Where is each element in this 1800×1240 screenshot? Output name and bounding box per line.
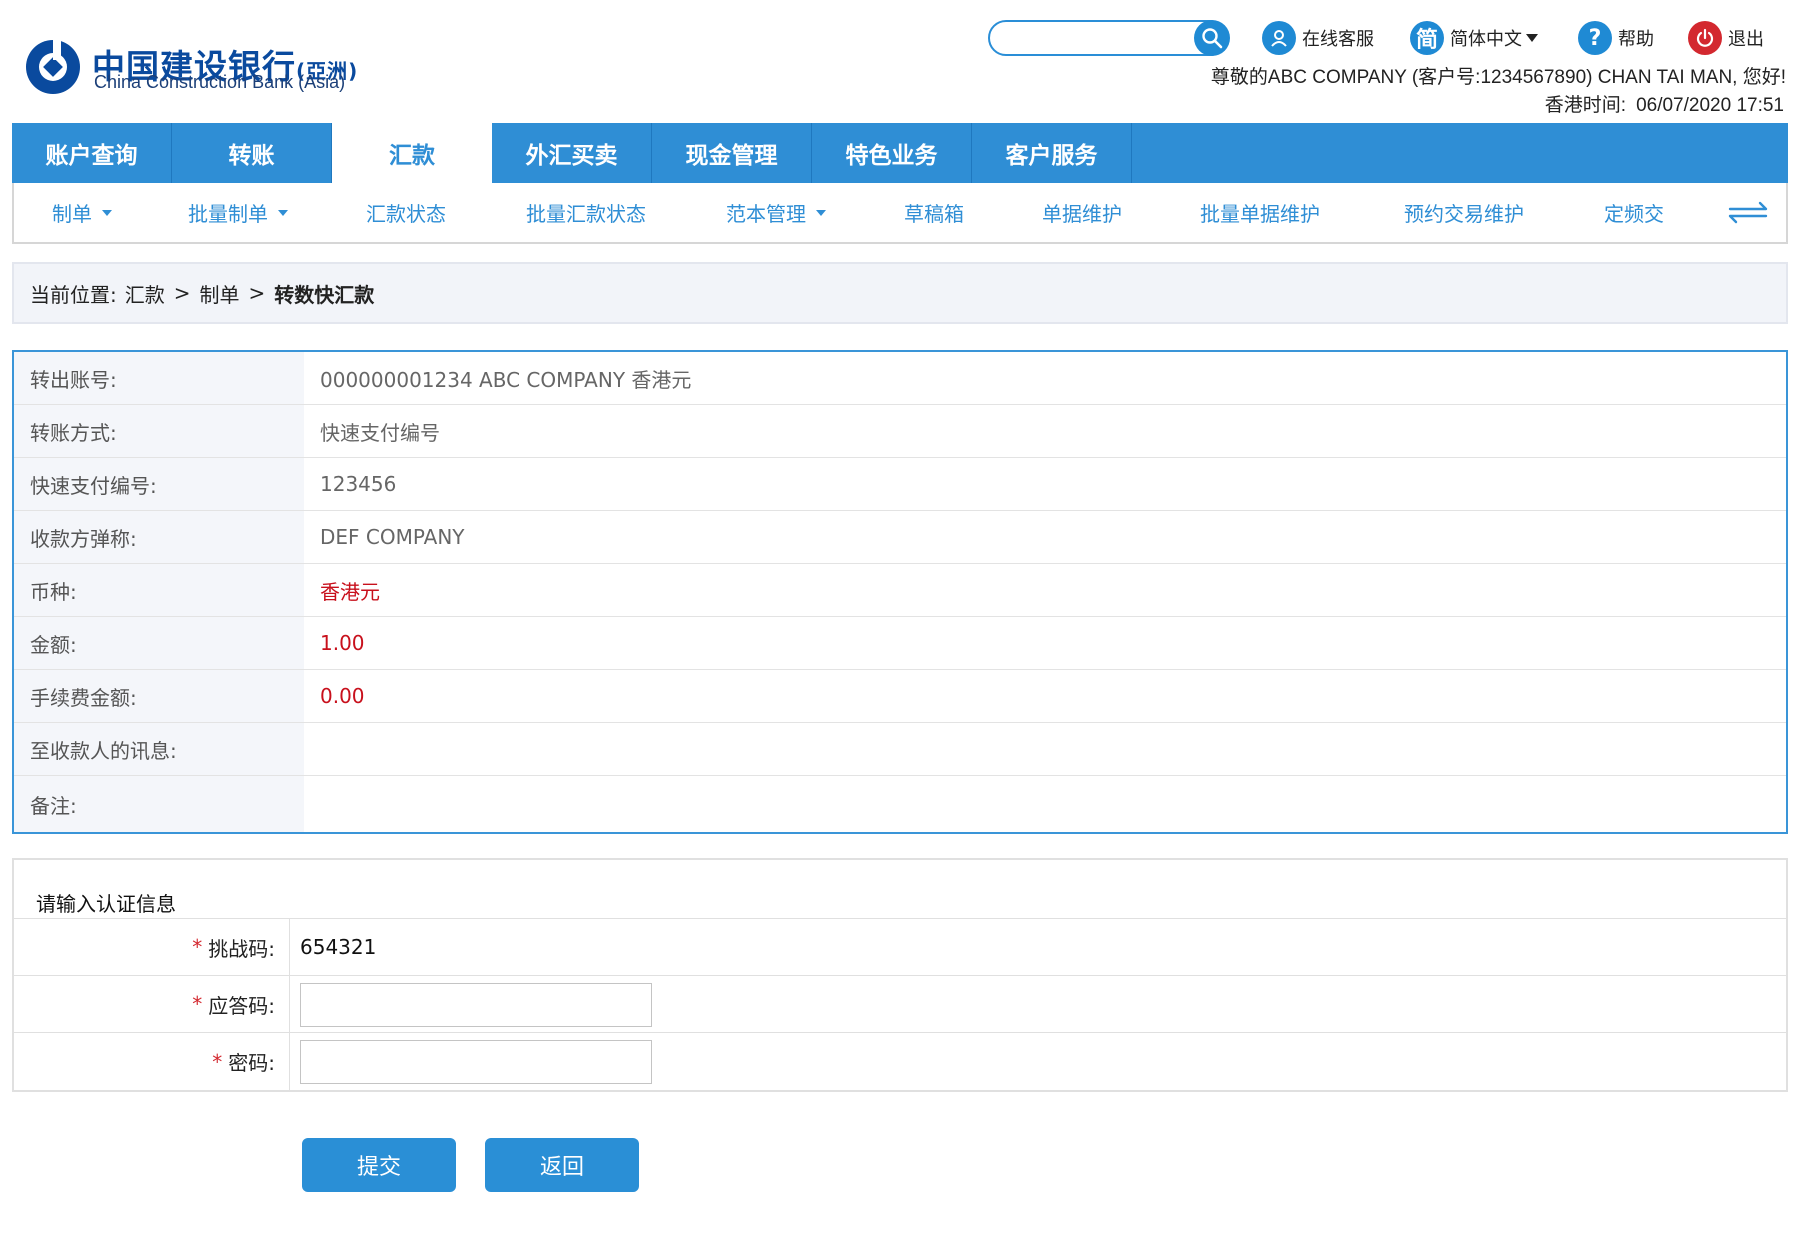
- detail-label: 快速支付编号:: [14, 458, 304, 510]
- detail-row-amount: 金额: 1.00: [14, 617, 1786, 670]
- user-icon: [1262, 21, 1296, 55]
- caret-down-icon: [1526, 34, 1538, 42]
- submit-button[interactable]: 提交: [302, 1138, 456, 1192]
- greeting-text: 尊敬的ABC COMPANY (客户号:1234567890) CHAN TAI…: [1210, 67, 1786, 88]
- detail-value: 123456: [320, 472, 397, 496]
- bank-logo[interactable]: 中国建设银行(亞洲) China Construction Bank (Asia…: [24, 38, 464, 98]
- tab-fx-trading[interactable]: 外汇买卖: [492, 123, 652, 183]
- online-service-label: 在线客服: [1302, 29, 1374, 50]
- breadcrumb-separator: >: [173, 281, 191, 305]
- detail-row-fps-id: 快速支付编号: 123456: [14, 458, 1786, 511]
- detail-row-message: 至收款人的讯息:: [14, 723, 1786, 776]
- detail-row-transfer-method: 转账方式: 快速支付编号: [14, 405, 1786, 458]
- auth-row-password: * 密码:: [14, 1032, 1786, 1090]
- subnav-document-maintenance[interactable]: 单据维护: [1042, 183, 1122, 242]
- language-selector[interactable]: 简 简体中文: [1410, 20, 1538, 56]
- password-label: * 密码:: [14, 1033, 290, 1090]
- time-value: 06/07/2020 17:51: [1636, 95, 1784, 116]
- detail-value: DEF COMPANY: [320, 525, 465, 549]
- logout-link[interactable]: 退出: [1688, 20, 1764, 56]
- breadcrumb-prefix: 当前位置:: [30, 282, 117, 307]
- language-label: 简体中文: [1450, 29, 1522, 50]
- response-code-input[interactable]: [300, 983, 652, 1027]
- ccb-logo-icon: [26, 38, 80, 94]
- caret-down-icon: [278, 209, 288, 216]
- transfer-details-table: 转出账号: 000000001234 ABC COMPANY 香港元 转账方式:…: [12, 350, 1788, 834]
- logout-label: 退出: [1728, 29, 1764, 50]
- caret-down-icon: [102, 209, 112, 216]
- challenge-code-value: 654321: [300, 935, 377, 959]
- tab-remittance[interactable]: 汇款: [332, 123, 492, 183]
- breadcrumb: 当前位置: 汇款 > 制单 > 转数快汇款: [12, 262, 1788, 324]
- detail-row-payee-name: 收款方弹称: DEF COMPANY: [14, 511, 1786, 564]
- subnav-remittance-status[interactable]: 汇款状态: [366, 183, 446, 242]
- auth-row-challenge: * 挑战码: 654321: [14, 918, 1786, 975]
- subnav-create-order[interactable]: 制单: [52, 183, 112, 242]
- detail-label: 转账方式:: [14, 405, 304, 457]
- back-button[interactable]: 返回: [485, 1138, 639, 1192]
- detail-value: 1.00: [320, 631, 365, 655]
- help-link[interactable]: ? 帮助: [1578, 20, 1654, 56]
- detail-row-remarks: 备注:: [14, 776, 1786, 832]
- detail-label: 备注:: [14, 776, 304, 832]
- tab-customer-service[interactable]: 客户服务: [972, 123, 1132, 183]
- detail-label: 收款方弹称:: [14, 511, 304, 563]
- main-nav: 账户查询 转账 汇款 外汇买卖 现金管理 特色业务 客户服务: [12, 123, 1788, 183]
- tab-cash-management[interactable]: 现金管理: [652, 123, 812, 183]
- challenge-label: * 挑战码:: [14, 919, 290, 975]
- time-label: 香港时间:: [1544, 95, 1627, 116]
- required-mark: *: [192, 935, 203, 959]
- detail-label: 金额:: [14, 617, 304, 669]
- authentication-panel: 请输入认证信息 * 挑战码: 654321 * 应答码: * 密码:: [12, 858, 1788, 1092]
- breadcrumb-separator: >: [248, 281, 266, 305]
- auth-row-response: * 应答码:: [14, 975, 1786, 1032]
- scroll-arrows-icon[interactable]: [1724, 197, 1772, 227]
- breadcrumb-item[interactable]: 制单: [200, 279, 240, 308]
- search-button[interactable]: [1194, 20, 1230, 56]
- power-icon: [1688, 21, 1722, 55]
- detail-label: 币种:: [14, 564, 304, 616]
- detail-value: 香港元: [320, 579, 380, 604]
- hk-time: 香港时间: 06/07/2020 17:51: [1545, 90, 1784, 117]
- header: 中国建设银行(亞洲) China Construction Bank (Asia…: [0, 0, 1800, 120]
- tab-transfer[interactable]: 转账: [172, 123, 332, 183]
- auth-title: 请输入认证信息: [36, 892, 176, 916]
- detail-label: 转出账号:: [14, 352, 304, 404]
- subnav-batch-document-maintenance[interactable]: 批量单据维护: [1200, 183, 1320, 242]
- detail-value: 0.00: [320, 684, 365, 708]
- required-mark: *: [192, 992, 203, 1016]
- tab-account-inquiry[interactable]: 账户查询: [12, 123, 172, 183]
- search-input[interactable]: [988, 20, 1228, 56]
- password-input[interactable]: [300, 1040, 652, 1084]
- detail-value: 000000001234 ABC COMPANY 香港元: [320, 367, 692, 392]
- sub-nav: 制单 批量制单 汇款状态 批量汇款状态 范本管理 草稿箱 单据维护 批量单据维护…: [12, 183, 1788, 244]
- required-mark: *: [212, 1049, 223, 1074]
- response-label: * 应答码:: [14, 976, 290, 1032]
- subnav-drafts[interactable]: 草稿箱: [904, 183, 964, 242]
- help-label: 帮助: [1618, 29, 1654, 50]
- caret-down-icon: [816, 209, 826, 216]
- detail-value: 快速支付编号: [320, 420, 440, 445]
- subnav-scheduled-transactions[interactable]: 预约交易维护: [1404, 183, 1524, 242]
- question-icon: ?: [1578, 21, 1612, 55]
- detail-label: 至收款人的讯息:: [14, 723, 304, 775]
- subnav-template-management[interactable]: 范本管理: [726, 183, 826, 242]
- subnav-batch-create[interactable]: 批量制单: [188, 183, 288, 242]
- tab-special-services[interactable]: 特色业务: [812, 123, 972, 183]
- online-service-link[interactable]: 在线客服: [1262, 20, 1374, 56]
- detail-row-fee: 手续费金额: 0.00: [14, 670, 1786, 723]
- breadcrumb-current: 转数快汇款: [274, 282, 375, 307]
- detail-row-debit-account: 转出账号: 000000001234 ABC COMPANY 香港元: [14, 352, 1786, 405]
- subnav-batch-remittance-status[interactable]: 批量汇款状态: [526, 183, 646, 242]
- search-icon: [1202, 28, 1223, 49]
- simplified-chinese-icon: 简: [1410, 21, 1444, 55]
- subnav-recurring[interactable]: 定频交: [1604, 183, 1664, 242]
- breadcrumb-item[interactable]: 汇款: [125, 279, 165, 308]
- bank-name-en: China Construction Bank (Asia): [94, 72, 346, 92]
- detail-row-currency: 币种: 香港元: [14, 564, 1786, 617]
- detail-label: 手续费金额:: [14, 670, 304, 722]
